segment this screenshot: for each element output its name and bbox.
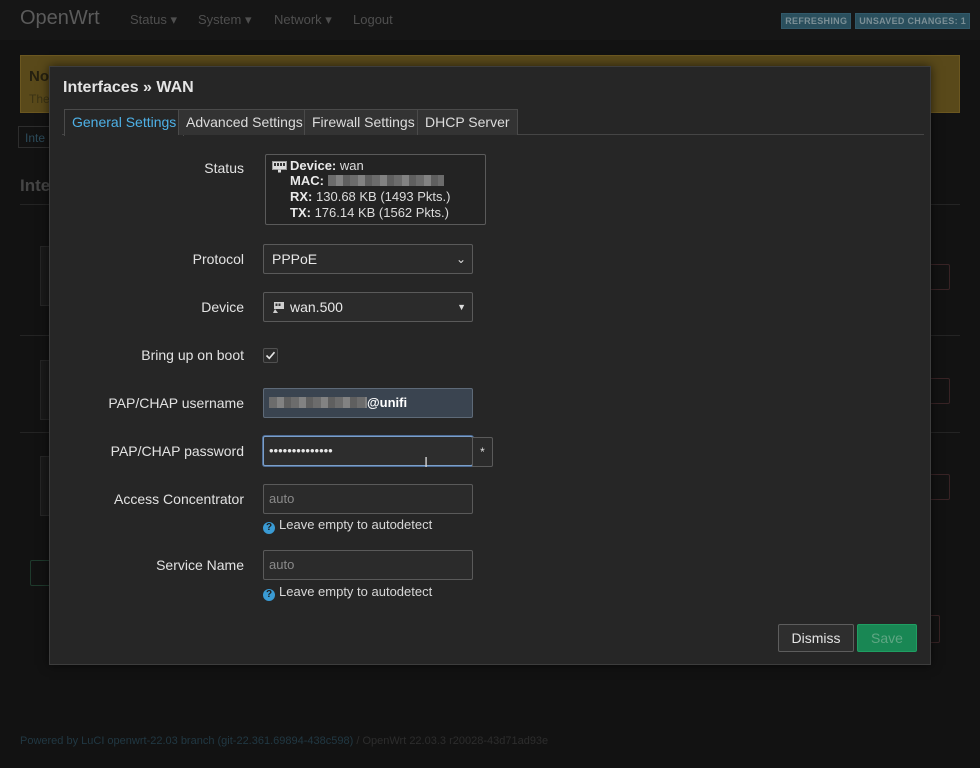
background-tab: Inte [18,126,50,148]
footer: Powered by LuCI openwrt-22.03 branch (gi… [20,735,548,747]
dismiss-button[interactable]: Dismiss [778,624,854,652]
device-select[interactable]: wan.500 ▼ [263,292,473,322]
service-label: Service Name [156,557,244,573]
vlan-device-icon [273,302,284,313]
status-tx-label: TX: [290,205,311,220]
service-name-input[interactable]: auto [263,550,473,580]
top-navbar: OpenWrt Status ▾ System ▾ Network ▾ Logo… [0,0,980,40]
tab-dhcp-server[interactable]: DHCP Server [417,109,518,135]
unsaved-changes-badge[interactable]: UNSAVED CHANGES: 1 [855,13,970,29]
bring-up-label: Bring up on boot [141,347,244,363]
tab-bar: General Settings Advanced Settings Firew… [62,109,924,136]
nav-status[interactable]: Status ▾ [130,12,177,28]
save-button[interactable]: Save [857,624,917,652]
background-button [928,264,950,290]
status-device-value: wan [339,158,364,173]
status-rx-value: 130.68 KB (1493 Pkts.) [316,189,451,204]
username-suffix: @unifi [367,395,408,410]
status-tx-value: 176.14 KB (1562 Pkts.) [314,205,449,220]
protocol-label: Protocol [192,251,244,267]
username-redacted [269,397,367,408]
footer-link[interactable]: Powered by LuCI openwrt-22.03 branch (gi… [20,735,353,747]
tab-advanced-settings[interactable]: Advanced Settings [178,109,311,135]
access-concentrator-input[interactable]: auto [263,484,473,514]
brand-logo[interactable]: OpenWrt [20,7,100,30]
service-hint: ? Leave empty to autodetect [263,584,432,601]
password-input[interactable]: •••••••••••••• [263,436,473,466]
text-cursor-icon: I [424,454,429,471]
refreshing-badge[interactable]: REFRESHING [781,13,852,29]
nav-logout[interactable]: Logout [353,12,393,27]
background-heading: Inte [20,176,51,195]
status-label: Status [204,160,244,176]
ac-label: Access Concentrator [114,491,244,507]
nav-network[interactable]: Network ▾ [274,12,332,28]
help-icon: ? [263,589,275,601]
status-panel: Device: wan MAC: RX: 130.68 KB (1493 Pkt… [265,154,486,225]
username-label: PAP/CHAP username [108,395,244,411]
ac-placeholder: auto [269,491,295,506]
help-icon: ? [263,522,275,534]
background-button [928,474,950,500]
alert-title: No [29,68,49,85]
password-label: PAP/CHAP password [110,443,244,459]
protocol-value: PPPoE [272,251,318,267]
protocol-select[interactable]: PPPoE ⌄ [263,244,473,274]
mac-redacted [327,175,444,186]
device-value: wan.500 [290,299,343,315]
reveal-password-button[interactable]: * [472,437,493,467]
tab-firewall-settings[interactable]: Firewall Settings [304,109,423,135]
alert-text: The [29,92,50,106]
device-label: Device [201,299,244,315]
username-input[interactable]: @unifi [263,388,473,418]
chevron-down-icon: ⌄ [455,252,466,266]
ac-hint: ? Leave empty to autodetect [263,517,432,534]
service-placeholder: auto [269,557,295,572]
bring-up-checkbox[interactable] [263,348,278,363]
status-rx-label: RX: [290,189,313,204]
tab-general-settings[interactable]: General Settings [64,109,185,136]
nav-system[interactable]: System ▾ [198,12,251,28]
status-mac-label: MAC: [290,173,324,188]
footer-text: / OpenWrt 22.03.3 r20028-43d71ad93e [353,735,549,747]
interface-modal: Interfaces » WAN General Settings Advanc… [49,66,931,665]
ethernet-port-icon [272,161,287,173]
modal-title: Interfaces » WAN [63,79,194,96]
background-button [928,378,950,404]
password-value: •••••••••••••• [269,443,333,458]
caret-down-icon: ▼ [457,302,466,312]
status-device-label: Device: [290,158,337,173]
checkmark-icon [265,351,276,360]
